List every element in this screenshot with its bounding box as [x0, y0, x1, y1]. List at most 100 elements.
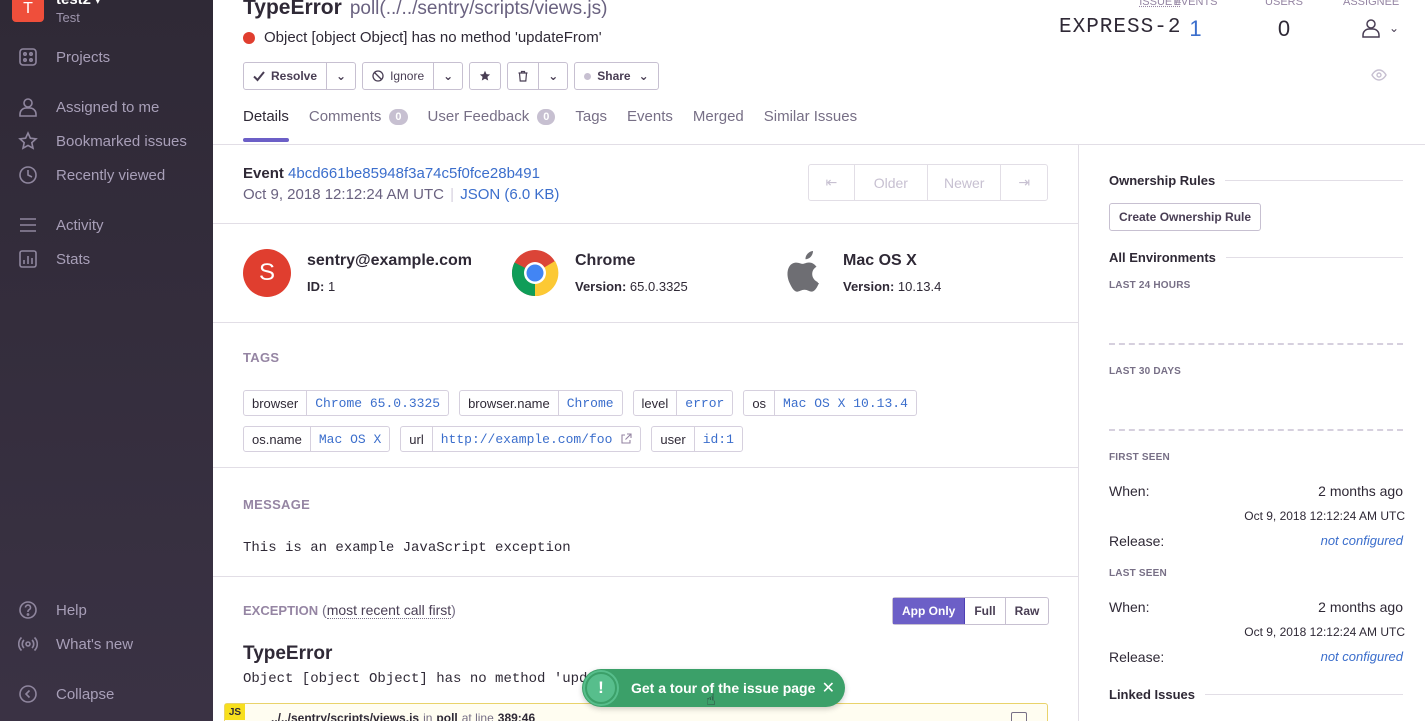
first-seen-label: FIRST SEEN [1109, 452, 1170, 463]
exception-order-toggle[interactable]: most recent call first [326, 602, 452, 619]
stat-events-label: EVENTS [1173, 0, 1218, 8]
projects-icon [18, 47, 38, 67]
environments-title-text: All Environments [1109, 250, 1216, 265]
tab-tags[interactable]: Tags [575, 108, 607, 141]
error-level-dot [243, 31, 255, 44]
tab-label: Details [243, 108, 289, 125]
sidebar-item-activity[interactable]: Activity [18, 215, 104, 235]
tag-user[interactable]: user id:1 [651, 426, 743, 452]
ignore-button[interactable]: Ignore [363, 63, 435, 89]
tab-user-feedback[interactable]: User Feedback 0 [428, 108, 556, 141]
resolve-button[interactable]: Resolve [244, 63, 328, 89]
resolve-dropdown[interactable]: ⌄ [327, 63, 355, 89]
ignore-icon [372, 70, 384, 82]
ignore-group: Ignore ⌄ [362, 62, 464, 90]
sidebar-item-bookmarked[interactable]: Bookmarked issues [18, 131, 187, 151]
assignee-selector[interactable]: ⌄ [1343, 18, 1408, 38]
help-icon [18, 600, 38, 620]
sidebar-item-label: Projects [56, 48, 111, 66]
newer-button[interactable]: Newer [928, 165, 1002, 200]
org-avatar: T [12, 0, 44, 22]
js-badge: JS [225, 704, 245, 720]
stat-issue: ISSUE # EXPRESS-2 [1059, 0, 1181, 39]
watch-icon[interactable] [1371, 67, 1387, 88]
sidebar-item-recent[interactable]: Recently viewed [18, 165, 165, 185]
user-icon [18, 97, 38, 117]
ignore-label: Ignore [390, 69, 425, 83]
frame-expand-icon[interactable] [1011, 712, 1027, 721]
tag-value[interactable]: error [677, 391, 732, 415]
tag-value[interactable]: http://example.com/foo [441, 432, 613, 447]
tab-events[interactable]: Events [627, 108, 673, 141]
resolve-label: Resolve [271, 69, 318, 83]
sidebar-item-projects[interactable]: Projects [18, 47, 110, 67]
raw-button[interactable]: Raw [1006, 598, 1049, 624]
when-label: When: [1109, 483, 1150, 499]
stat-events-value[interactable]: 1 [1168, 16, 1223, 42]
tag-value[interactable]: id:1 [695, 427, 742, 451]
issue-actions: Resolve ⌄ Ignore ⌄ ⌄ Share ⌄ [243, 62, 659, 90]
tag-os[interactable]: os Mac OS X 10.13.4 [743, 390, 917, 416]
create-ownership-rule-button[interactable]: Create Ownership Rule [1109, 203, 1262, 231]
when-value: 2 months ago [1318, 599, 1403, 615]
release-value[interactable]: not configured [1321, 649, 1403, 665]
stat-users-label: USERS [1265, 0, 1303, 8]
tag-url[interactable]: url http://example.com/foo [400, 426, 642, 452]
sidebar-item-help[interactable]: Help [18, 600, 87, 620]
json-link[interactable]: JSON (6.0 KB) [460, 186, 559, 203]
bookmark-button[interactable] [470, 63, 500, 89]
delete-button[interactable] [508, 63, 540, 89]
event-pager: ⇤ Older Newer ⇥ [808, 164, 1048, 201]
first-seen-when: When: 2 months ago [1109, 483, 1403, 499]
divider [213, 322, 1079, 323]
first-seen-date: Oct 9, 2018 12:12:24 AM UTC [1244, 509, 1405, 523]
ignore-dropdown[interactable]: ⌄ [434, 63, 462, 89]
tag-value[interactable]: Chrome [559, 391, 622, 415]
stat-users: USERS 0 [1259, 0, 1309, 42]
share-group: Share ⌄ [574, 62, 659, 90]
release-value[interactable]: not configured [1321, 533, 1403, 549]
tag-browser[interactable]: browser Chrome 65.0.3325 [243, 390, 450, 416]
tab-details[interactable]: Details [243, 108, 289, 142]
chrome-icon [511, 250, 559, 297]
os-version: 10.13.4 [897, 279, 942, 294]
event-id-link[interactable]: 4bcd661be85948f3a74c5f0fce28b491 [288, 165, 540, 182]
chevron-down-icon: ▾ [95, 0, 101, 7]
divider [213, 223, 1079, 224]
external-link-icon[interactable] [620, 433, 632, 445]
tag-value[interactable]: Mac OS X 10.13.4 [775, 391, 916, 415]
share-button[interactable]: Share ⌄ [575, 63, 657, 89]
last-seen-label: LAST SEEN [1109, 568, 1167, 579]
tags-list: browser Chrome 65.0.3325 browser.name Chro… [243, 390, 963, 452]
tag-key: url [401, 427, 433, 451]
broadcast-icon [18, 634, 38, 654]
close-icon[interactable]: ✕ [822, 678, 835, 698]
tag-value[interactable]: Chrome 65.0.3325 [307, 391, 448, 415]
app-only-button[interactable]: App Only [893, 598, 966, 624]
context-os: Mac OS X Version: 10.13.4 [783, 249, 941, 297]
sidebar-item-stats[interactable]: Stats [18, 249, 90, 269]
tab-similar-issues[interactable]: Similar Issues [764, 108, 857, 141]
older-button[interactable]: Older [855, 165, 929, 200]
latest-event-button[interactable]: ⇥ [1001, 165, 1047, 200]
org-name: test2 [56, 0, 91, 8]
sidebar-item-label: Stats [56, 250, 91, 268]
tab-comments[interactable]: Comments 0 [309, 108, 408, 141]
tag-os-name[interactable]: os.name Mac OS X [243, 426, 391, 452]
tag-level[interactable]: level error [632, 390, 734, 416]
org-switcher[interactable]: T test2 ▾ Test [12, 0, 100, 26]
tag-key: os.name [244, 427, 311, 451]
full-button[interactable]: Full [965, 598, 1006, 624]
event-date: Oct 9, 2018 12:12:24 AM UTC [243, 186, 444, 203]
tag-browser-name[interactable]: browser.name Chrome [459, 390, 623, 416]
sidebar-collapse[interactable]: Collapse [18, 684, 114, 704]
sidebar-item-assigned[interactable]: Assigned to me [18, 97, 159, 117]
first-event-button[interactable]: ⇤ [809, 165, 855, 200]
stat-issue-value: EXPRESS-2 [1059, 16, 1182, 39]
sidebar-item-whats-new[interactable]: What's new [18, 634, 133, 654]
tag-value[interactable]: Mac OS X [311, 427, 389, 451]
tab-merged[interactable]: Merged [693, 108, 744, 141]
last-icon: ⇥ [1018, 174, 1031, 190]
delete-dropdown[interactable]: ⌄ [539, 63, 567, 89]
user-icon [1362, 19, 1380, 38]
